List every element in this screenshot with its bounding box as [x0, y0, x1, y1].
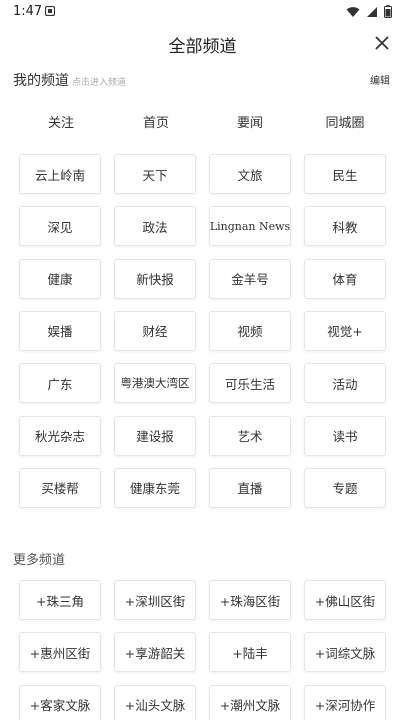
more-channel-item[interactable]: +惠州区街 [19, 632, 101, 673]
more-channel-item[interactable]: +佛山区街 [304, 580, 386, 620]
channel-item[interactable]: 健康 [19, 258, 101, 299]
channel-item[interactable]: 秋光杂志 [19, 415, 101, 456]
channel-item[interactable]: 政法 [114, 206, 196, 247]
channel-item[interactable]: 金羊号 [209, 258, 291, 299]
more-channels-title: 更多频道 [13, 553, 66, 568]
fixed-channel[interactable]: 同城圈 [305, 112, 385, 131]
channel-item[interactable]: 专题 [304, 467, 386, 508]
channel-item[interactable]: 粤港澳大湾区 [114, 363, 196, 404]
channel-item[interactable]: 可乐生活 [209, 363, 291, 404]
edit-button[interactable]: 编辑 [370, 72, 390, 87]
channel-item[interactable]: 新快报 [114, 258, 196, 299]
channel-item[interactable]: 民生 [304, 154, 386, 194]
fixed-channel[interactable]: 要闻 [210, 112, 290, 131]
channel-item[interactable]: 云上岭南 [19, 154, 101, 194]
more-channel-item[interactable]: +珠三角 [19, 580, 101, 620]
page-title: 全部频道 [168, 37, 237, 57]
status-bar: 1:47 [0, 0, 405, 24]
cell-signal-icon [367, 6, 377, 17]
more-channel-item[interactable]: +深圳区街 [114, 580, 196, 620]
channel-item[interactable]: 娱播 [19, 310, 101, 351]
notification-icon [45, 6, 55, 16]
channel-item[interactable]: 广东 [19, 363, 101, 404]
channel-item[interactable]: 视觉+ [304, 310, 386, 351]
more-channel-item[interactable]: +潮州文脉 [209, 684, 291, 720]
more-channel-item[interactable]: +词综文脉 [304, 632, 386, 673]
channel-item[interactable]: 体育 [304, 258, 386, 299]
battery-icon [384, 5, 392, 18]
status-icons [346, 5, 392, 18]
more-channel-item[interactable]: +享游韶关 [114, 632, 196, 673]
channel-item[interactable]: 艺术 [209, 415, 291, 456]
more-channel-item[interactable]: +珠海区街 [209, 580, 291, 620]
my-channels-hint: 点击进入频道 [72, 78, 127, 88]
more-channel-item[interactable]: +陆丰 [209, 632, 291, 673]
fixed-channel[interactable]: 关注 [21, 112, 101, 131]
channel-item[interactable]: 健康东莞 [114, 467, 196, 508]
channel-item[interactable]: 建设报 [114, 415, 196, 456]
fixed-channel[interactable]: 首页 [116, 112, 196, 131]
channel-item[interactable]: 读书 [304, 415, 386, 456]
more-channel-item[interactable]: +汕头文脉 [114, 684, 196, 720]
close-icon [375, 36, 389, 50]
wifi-icon [346, 6, 360, 17]
more-channel-item[interactable]: +深河协作 [304, 684, 386, 720]
channel-item[interactable]: 文旅 [209, 154, 291, 194]
my-channels-header: 我的频道 点击进入频道 编辑 [13, 70, 392, 90]
my-channels-title: 我的频道 [13, 73, 69, 89]
close-button[interactable] [369, 30, 395, 56]
header: 全部频道 [0, 24, 405, 64]
more-channel-item[interactable]: +客家文脉 [19, 684, 101, 720]
channel-item[interactable]: 深见 [19, 206, 101, 247]
fixed-channels: 关注 首页 要闻 同城圈 [0, 112, 405, 132]
channel-item[interactable]: 天下 [114, 154, 196, 194]
channel-item[interactable]: 科教 [304, 206, 386, 247]
channel-item[interactable]: 直播 [209, 467, 291, 508]
status-time: 1:47 [13, 4, 43, 19]
channel-item[interactable]: 买楼帮 [19, 467, 101, 508]
channel-item[interactable]: 活动 [304, 363, 386, 404]
channel-item[interactable]: 财经 [114, 310, 196, 351]
channel-item[interactable]: 视频 [209, 310, 291, 351]
channel-item[interactable]: Lingnan News [209, 206, 291, 247]
